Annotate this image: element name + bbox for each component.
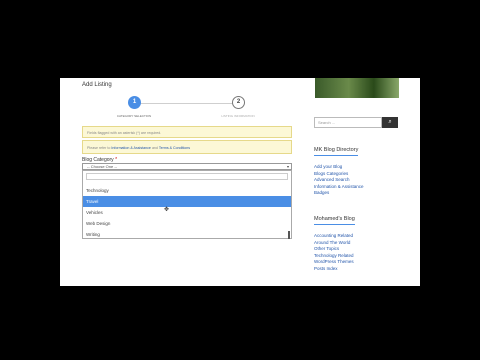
information-assistance-link[interactable]: Information & Assistance <box>111 146 151 150</box>
add-listing-form: Add Listing 1 2 CATEGORY SELECTION LISTI… <box>72 78 300 286</box>
dropdown-scrollbar[interactable] <box>288 231 290 239</box>
required-fields-notice: Fields flagged with an asterisk (*) are … <box>82 126 292 138</box>
link-wordpress-themes[interactable]: WordPress Themes <box>314 259 354 266</box>
mouse-pointer-icon: ✥ <box>164 207 170 213</box>
search-icon: ⌕ <box>388 119 392 125</box>
widget-title-blog: Mohamed's Blog <box>314 216 355 225</box>
link-around-the-world[interactable]: Around The World <box>314 240 354 247</box>
dropdown-option-vehicles[interactable]: Vehicles <box>83 207 291 218</box>
widget-title-directory: MK Blog Directory <box>314 147 359 156</box>
link-blogs-categories[interactable]: Blogs Categories <box>314 171 364 178</box>
step-1-indicator: 1 <box>128 96 141 109</box>
blog-links: Accounting Related Around The World Othe… <box>314 233 354 273</box>
sidebar-search-button[interactable]: ⌕ <box>382 117 398 128</box>
link-badges[interactable]: Badges <box>314 190 364 197</box>
category-dropdown-list[interactable]: Technology Travel Vehicles Web Design Wr… <box>82 170 292 239</box>
link-accounting-related[interactable]: Accounting Related <box>314 233 354 240</box>
link-information-assistance[interactable]: Information & Assistance <box>314 184 364 191</box>
step-1-label: CATEGORY SELECTION <box>116 114 152 118</box>
terms-conditions-link[interactable]: Terms & Conditions <box>159 146 190 150</box>
sidebar-search-input[interactable]: Search ... <box>314 117 382 128</box>
link-other-topics[interactable]: Other Topics <box>314 246 354 253</box>
sidebar: Search ... ⌕ MK Blog Directory Add your … <box>303 78 420 286</box>
directory-links: Add your Blog Blogs Categories Advanced … <box>314 164 364 197</box>
link-technology-related[interactable]: Technology Related <box>314 253 354 260</box>
dropdown-search-input[interactable] <box>86 173 288 180</box>
terms-notice-prefix: Please refer to <box>87 146 111 150</box>
step-2-indicator: 2 <box>232 96 245 109</box>
blog-category-select[interactable]: -- Choose One -- ▾ <box>82 163 292 170</box>
dropdown-option-travel[interactable]: Travel <box>83 196 291 207</box>
sidebar-image <box>315 78 399 98</box>
link-add-your-blog[interactable]: Add your Blog <box>314 164 364 171</box>
link-posts-index[interactable]: Posts Index <box>314 266 354 273</box>
terms-notice-mid: and <box>151 146 158 150</box>
steps-progress-line <box>134 103 238 104</box>
dropdown-option-web-design[interactable]: Web Design <box>83 218 291 229</box>
dropdown-option-writing[interactable]: Writing <box>83 229 291 240</box>
blog-category-select-value: -- Choose One -- <box>87 164 118 169</box>
terms-notice: Please refer to Information & Assistance… <box>82 140 292 154</box>
step-2-label: LISTING INFORMATION <box>221 114 255 118</box>
form-title: Add Listing <box>82 82 112 88</box>
dropdown-option-technology[interactable]: Technology <box>83 185 291 196</box>
link-advanced-search[interactable]: Advanced Search <box>314 177 364 184</box>
